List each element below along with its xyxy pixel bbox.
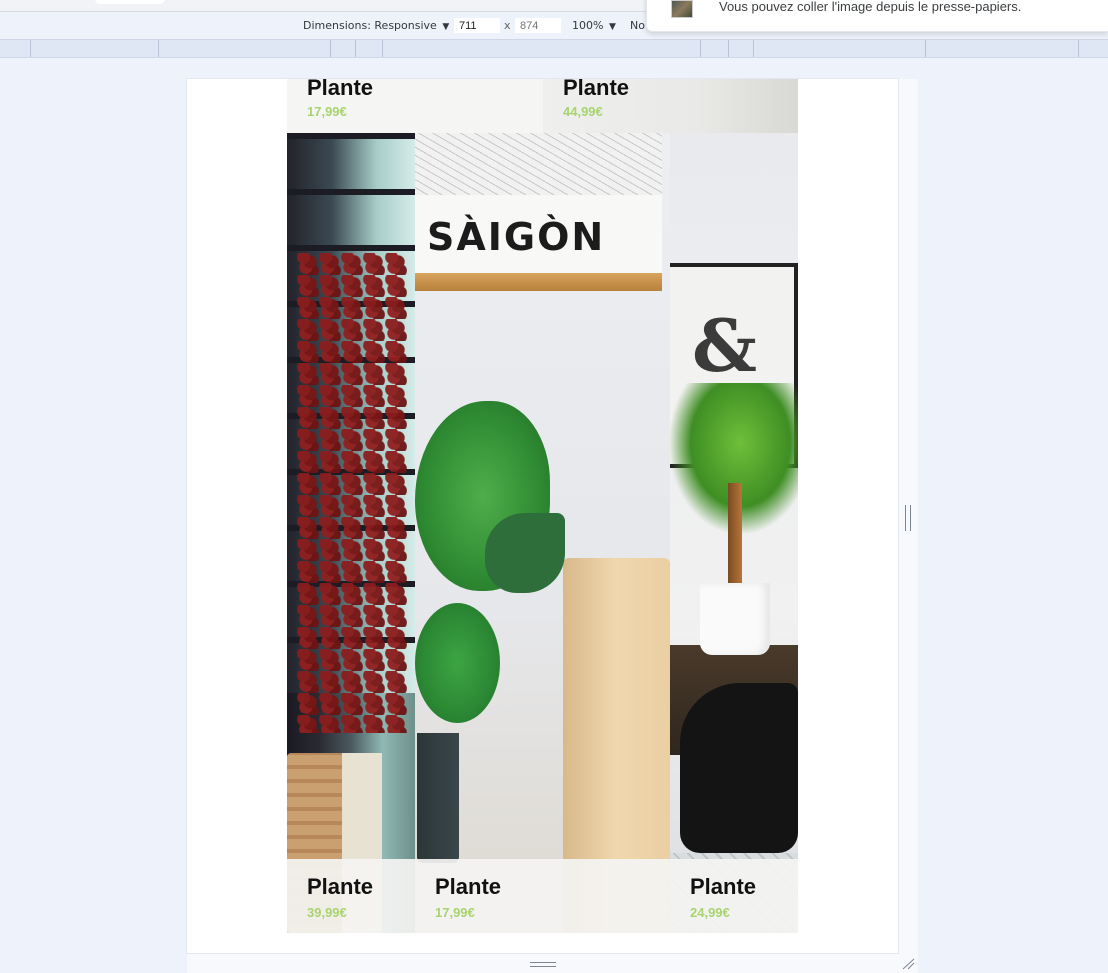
poster-frame xyxy=(415,273,662,291)
chevron-down-icon: ▼ xyxy=(608,22,616,32)
height-input[interactable] xyxy=(515,18,561,33)
product-price: 17,99€ xyxy=(307,104,347,119)
ampersand-print: & xyxy=(692,303,758,388)
chevron-down-icon: ▼ xyxy=(442,22,450,32)
product-price: 39,99€ xyxy=(307,905,347,920)
white-pot xyxy=(700,583,770,655)
ruler-tick xyxy=(1078,40,1079,57)
palm-trunk xyxy=(728,483,742,593)
dimensions-label: Dimensions: Responsive xyxy=(303,19,437,32)
product-card[interactable]: Plante 17,99€ xyxy=(287,79,543,133)
red-willow-branches xyxy=(297,253,407,733)
product-price: 24,99€ xyxy=(690,905,730,920)
product-name: Plante xyxy=(307,79,374,100)
ruler-tick xyxy=(158,40,159,57)
monstera-leaf xyxy=(415,603,500,723)
ruler-tick xyxy=(753,40,754,57)
dimensions-dropdown[interactable]: Dimensions: Responsive ▼ xyxy=(303,19,449,32)
plant-pot xyxy=(417,733,459,863)
ruler-tick xyxy=(355,40,356,57)
resize-corner-icon[interactable] xyxy=(901,958,915,970)
ruler-tick xyxy=(330,40,331,57)
product-price: 17,99€ xyxy=(435,905,475,920)
dimension-separator: x xyxy=(504,19,511,32)
ruler-tick xyxy=(700,40,701,57)
media-query-ruler[interactable] xyxy=(0,39,1108,58)
product-name: Plante xyxy=(435,874,502,899)
page-viewport: Plante 17,99€ Plante 44,99€ Plante 39,99… xyxy=(187,79,898,953)
product-caption: Plante 17,99€ xyxy=(415,859,670,933)
notification-text: Vous pouvez coller l'image depuis le pre… xyxy=(719,0,1022,14)
product-card[interactable]: Plante 44,99€ xyxy=(543,79,798,133)
width-input[interactable] xyxy=(454,18,500,33)
image-thumbnail xyxy=(671,0,693,18)
black-chair xyxy=(680,683,798,853)
product-name: Plante xyxy=(307,874,374,899)
saigon-poster: SÀIGÒN xyxy=(415,133,662,291)
resize-handle-right[interactable] xyxy=(905,505,911,531)
resize-handle-bottom[interactable] xyxy=(530,962,556,967)
product-caption: Plante 24,99€ xyxy=(670,859,798,933)
clipboard-notification[interactable]: Vous pouvez coller l'image depuis le pre… xyxy=(646,0,1108,32)
address-pill[interactable] xyxy=(95,0,165,4)
ruler-tick xyxy=(925,40,926,57)
product-name: Plante xyxy=(690,874,757,899)
throttle-dropdown[interactable]: No xyxy=(630,19,645,32)
zoom-dropdown[interactable]: 100% ▼ xyxy=(572,19,616,32)
product-caption: Plante 39,99€ xyxy=(287,859,415,933)
monstera-leaf xyxy=(485,513,565,593)
product-price: 44,99€ xyxy=(563,104,603,119)
product-name: Plante xyxy=(563,79,630,100)
map-pattern xyxy=(415,133,662,195)
product-card[interactable]: SÀIGÒN Plante 17,99€ xyxy=(415,133,670,933)
ruler-tick xyxy=(728,40,729,57)
poster-text: SÀIGÒN xyxy=(427,215,606,259)
ruler-tick xyxy=(382,40,383,57)
ruler-tick xyxy=(30,40,31,57)
product-card[interactable]: & Plante 24,99€ xyxy=(670,133,798,933)
product-card[interactable]: Plante 39,99€ xyxy=(287,133,415,933)
zoom-value: 100% xyxy=(572,19,604,32)
